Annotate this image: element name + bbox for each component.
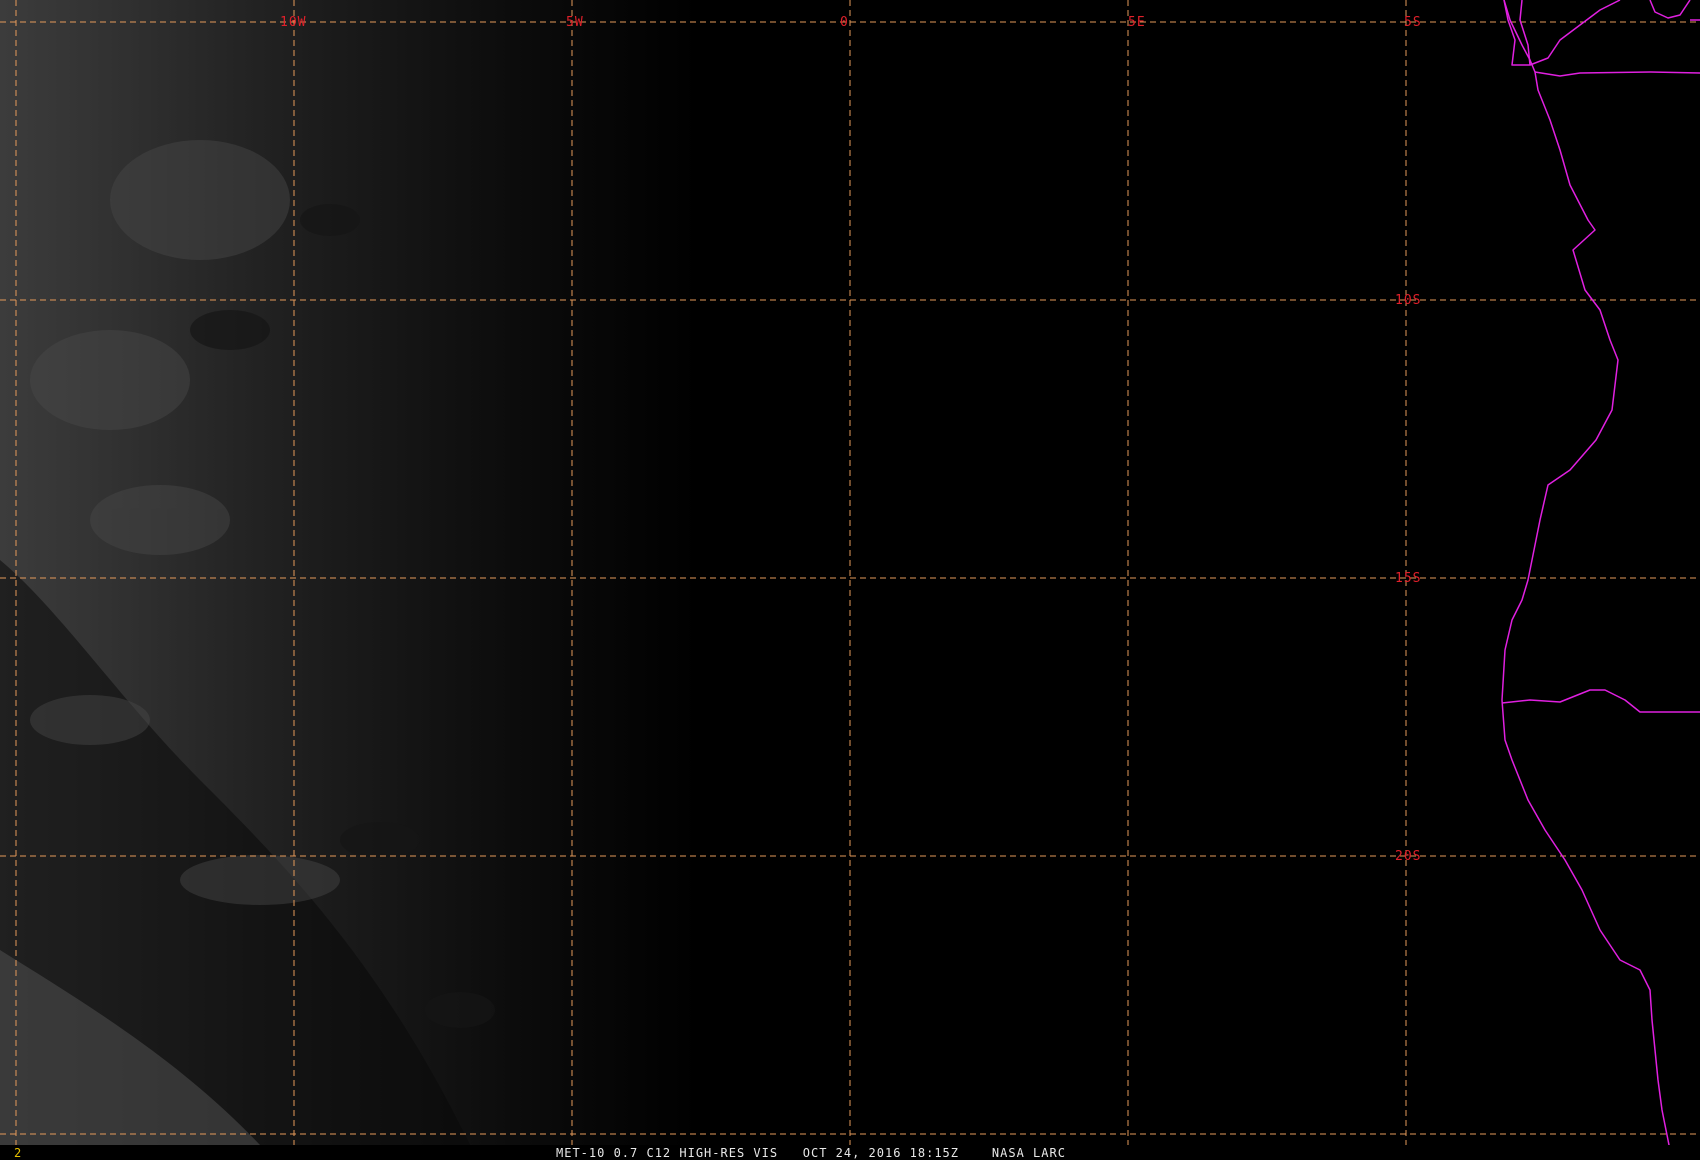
lat-label-10s: 10S bbox=[1395, 293, 1421, 308]
lon-label-10w: 10W bbox=[280, 15, 306, 30]
image-caption: MET-10 0.7 C12 HIGH-RES VIS OCT 24, 2016… bbox=[556, 1146, 1066, 1160]
lon-label-5e: 5E bbox=[1128, 15, 1146, 30]
lon-label-5w: 5W bbox=[566, 15, 584, 30]
satellite-map-view[interactable]: 10W 5W 0 5E 5S 10S 15S 20S bbox=[0, 0, 1700, 1160]
lat-label-5s: 5S bbox=[1404, 15, 1422, 30]
frame-number: 2 bbox=[14, 1146, 22, 1160]
lon-label-0: 0 bbox=[840, 15, 849, 30]
lat-label-20s: 20S bbox=[1395, 849, 1421, 864]
lat-label-15s: 15S bbox=[1395, 571, 1421, 586]
